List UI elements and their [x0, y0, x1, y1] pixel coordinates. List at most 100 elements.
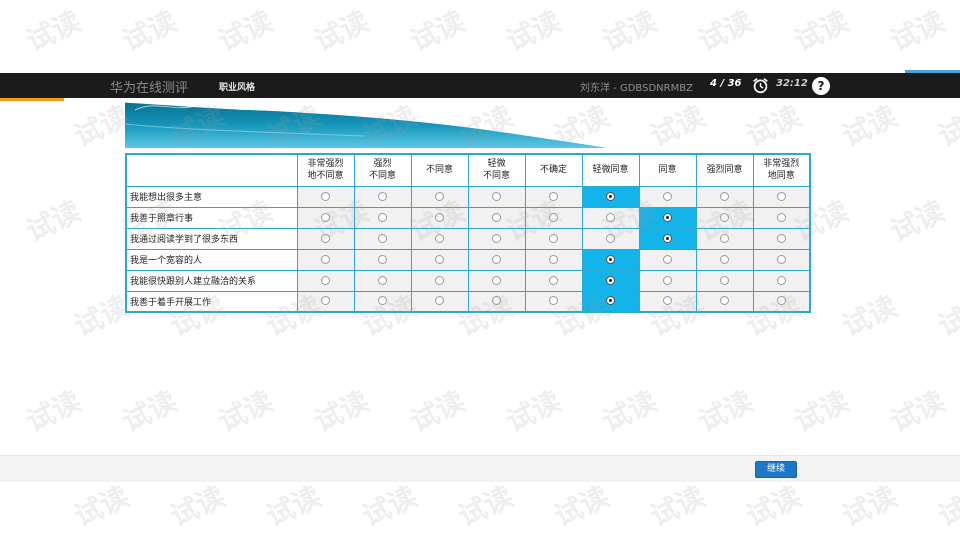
continue-button[interactable]: 继续	[755, 461, 797, 478]
answer-cell[interactable]	[410, 206, 469, 229]
radio-button[interactable]	[435, 233, 444, 243]
answer-cell[interactable]	[410, 248, 469, 271]
radio-button[interactable]	[492, 212, 501, 222]
radio-button[interactable]	[378, 254, 387, 264]
radio-button[interactable]	[720, 212, 729, 222]
radio-button[interactable]	[776, 233, 786, 243]
answer-cell[interactable]	[695, 269, 754, 292]
radio-button[interactable]	[776, 275, 786, 285]
answer-cell[interactable]	[296, 269, 355, 292]
answer-cell[interactable]	[695, 185, 754, 208]
answer-cell[interactable]	[353, 227, 412, 250]
answer-cell[interactable]	[467, 248, 526, 271]
answer-cell[interactable]	[581, 269, 640, 292]
radio-button[interactable]	[776, 191, 786, 201]
answer-cell[interactable]	[581, 227, 640, 250]
answer-cell[interactable]	[638, 185, 697, 208]
answer-cell[interactable]	[353, 206, 412, 229]
radio-button[interactable]	[549, 254, 558, 264]
radio-button[interactable]	[549, 191, 558, 201]
answer-cell[interactable]	[581, 206, 640, 229]
radio-button[interactable]	[321, 296, 330, 306]
answer-cell[interactable]	[638, 248, 697, 271]
radio-button[interactable]	[492, 233, 501, 243]
answer-cell[interactable]	[467, 206, 526, 229]
answer-cell[interactable]	[353, 185, 412, 208]
radio-button[interactable]	[378, 275, 387, 285]
answer-cell[interactable]	[581, 290, 640, 313]
radio-button[interactable]	[720, 275, 729, 285]
answer-cell[interactable]	[695, 248, 754, 271]
answer-cell[interactable]	[752, 227, 811, 250]
radio-button[interactable]	[549, 233, 558, 243]
radio-button[interactable]	[435, 254, 444, 264]
answer-cell[interactable]	[296, 227, 355, 250]
radio-button[interactable]	[606, 212, 615, 222]
answer-cell[interactable]	[752, 248, 811, 271]
answer-cell[interactable]	[524, 185, 583, 208]
radio-button[interactable]	[435, 212, 444, 222]
answer-cell[interactable]	[467, 269, 526, 292]
answer-cell[interactable]	[296, 248, 355, 271]
radio-button[interactable]	[492, 296, 501, 306]
radio-button-selected[interactable]	[606, 254, 615, 264]
answer-cell[interactable]	[752, 206, 811, 229]
radio-button[interactable]	[321, 254, 330, 264]
radio-button[interactable]	[663, 275, 672, 285]
radio-button[interactable]	[663, 296, 672, 306]
radio-button[interactable]	[663, 191, 672, 201]
answer-cell[interactable]	[467, 227, 526, 250]
radio-button[interactable]	[549, 275, 558, 285]
answer-cell[interactable]	[638, 206, 697, 229]
radio-button[interactable]	[549, 296, 558, 306]
answer-cell[interactable]	[296, 185, 355, 208]
answer-cell[interactable]	[695, 206, 754, 229]
answer-cell[interactable]	[524, 227, 583, 250]
radio-button[interactable]	[321, 275, 330, 285]
radio-button-selected[interactable]	[606, 275, 615, 285]
answer-cell[interactable]	[467, 290, 526, 313]
answer-cell[interactable]	[581, 248, 640, 271]
radio-button[interactable]	[776, 296, 786, 306]
radio-button[interactable]	[720, 296, 729, 306]
answer-cell[interactable]	[410, 290, 469, 313]
answer-cell[interactable]	[524, 269, 583, 292]
answer-cell[interactable]	[410, 269, 469, 292]
radio-button-selected[interactable]	[663, 212, 672, 222]
radio-button[interactable]	[321, 233, 330, 243]
answer-cell[interactable]	[524, 248, 583, 271]
answer-cell[interactable]	[638, 227, 697, 250]
radio-button[interactable]	[435, 191, 444, 201]
radio-button[interactable]	[720, 233, 729, 243]
answer-cell[interactable]	[638, 290, 697, 313]
radio-button-selected[interactable]	[606, 191, 615, 201]
answer-cell[interactable]	[638, 269, 697, 292]
radio-button[interactable]	[549, 212, 558, 222]
radio-button[interactable]	[492, 275, 501, 285]
answer-cell[interactable]	[695, 227, 754, 250]
answer-cell[interactable]	[524, 290, 583, 313]
radio-button[interactable]	[720, 191, 729, 201]
answer-cell[interactable]	[410, 227, 469, 250]
answer-cell[interactable]	[752, 185, 811, 208]
radio-button[interactable]	[321, 212, 330, 222]
answer-cell[interactable]	[410, 185, 469, 208]
answer-cell[interactable]	[752, 269, 811, 292]
answer-cell[interactable]	[467, 185, 526, 208]
answer-cell[interactable]	[296, 290, 355, 313]
radio-button[interactable]	[321, 191, 330, 201]
radio-button[interactable]	[720, 254, 729, 264]
radio-button[interactable]	[492, 254, 501, 264]
radio-button[interactable]	[378, 212, 387, 222]
radio-button[interactable]	[663, 254, 672, 264]
radio-button[interactable]	[776, 212, 786, 222]
answer-cell[interactable]	[353, 248, 412, 271]
answer-cell[interactable]	[296, 206, 355, 229]
radio-button[interactable]	[492, 191, 501, 201]
radio-button[interactable]	[435, 296, 444, 306]
radio-button-selected[interactable]	[606, 296, 615, 306]
help-icon[interactable]: ?	[812, 77, 830, 95]
answer-cell[interactable]	[695, 290, 754, 313]
answer-cell[interactable]	[752, 290, 811, 313]
answer-cell[interactable]	[353, 290, 412, 313]
